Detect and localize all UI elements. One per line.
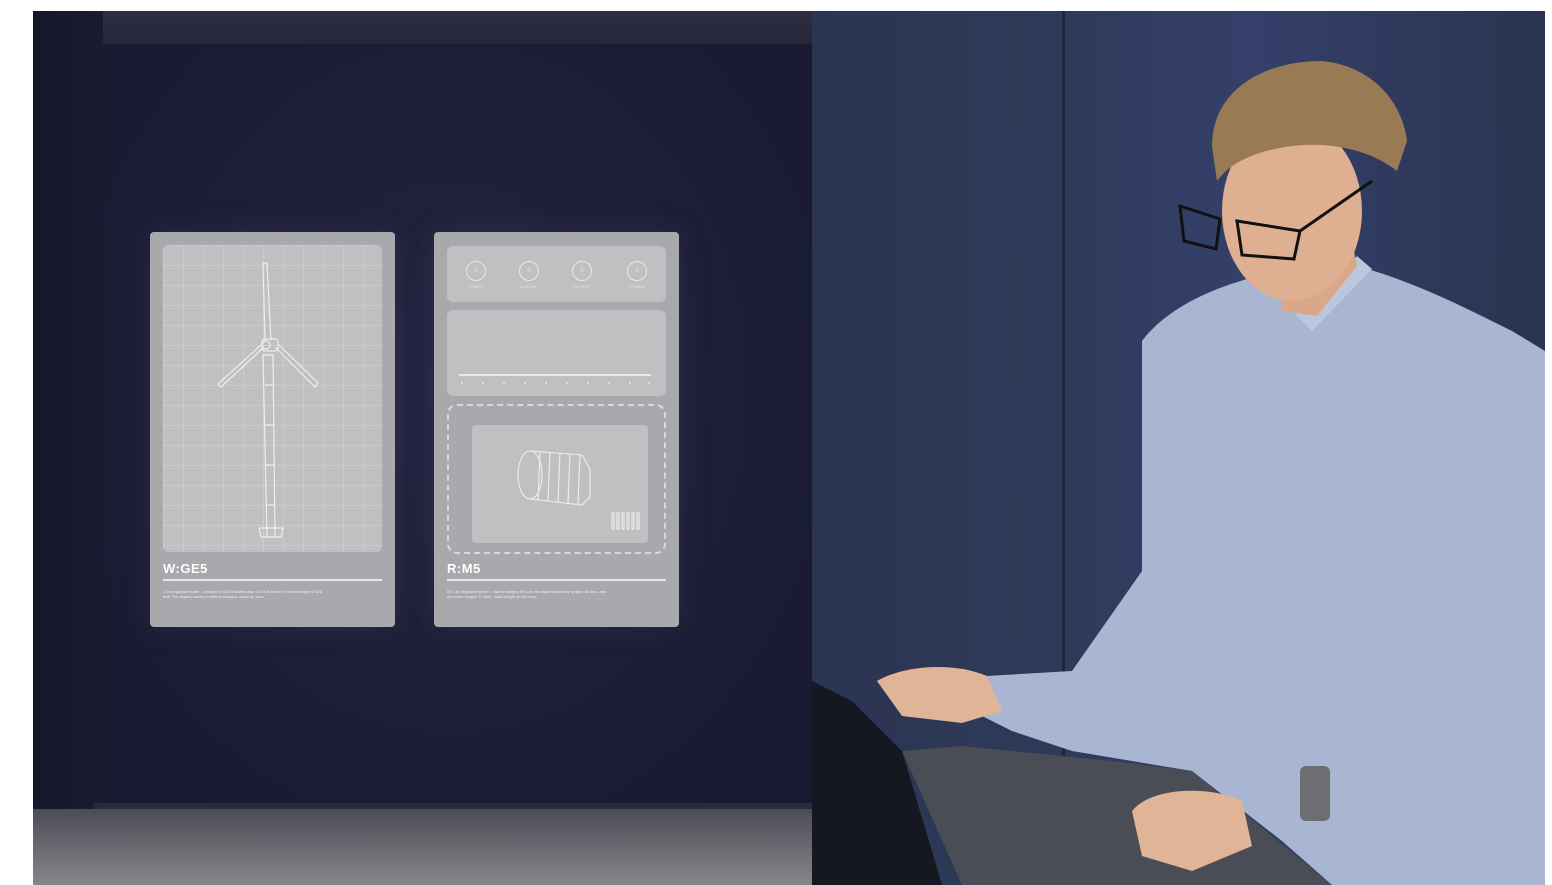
stat-output-label: OUTPUT	[572, 284, 592, 289]
output-graph	[447, 310, 666, 396]
stat-labor-value: 0	[519, 261, 539, 281]
room-floor	[33, 809, 812, 885]
graph-tick	[482, 382, 484, 384]
stat-temps-value: 0	[466, 261, 486, 281]
graph-tick	[587, 382, 589, 384]
presenter-photo	[812, 11, 1545, 885]
generator-panel-description: 86 1.5-megawatt model - nacelle weighs 5…	[447, 589, 607, 599]
wind-turbine-icon	[217, 262, 319, 538]
stat-power-label: POWER	[628, 284, 646, 289]
left-hand	[877, 666, 1002, 723]
video-frame: W:GE5 1.5-megawatt model - consists of 1…	[33, 11, 1545, 885]
graph-baseline	[459, 374, 651, 376]
stat-labor: 0 LABOR	[514, 261, 544, 289]
graph-tick	[608, 382, 610, 384]
turbine-panel-divider	[163, 579, 382, 581]
stat-output: 0 OUTPUT	[567, 261, 597, 289]
room-left-wall	[33, 11, 103, 885]
stat-labor-label: LABOR	[520, 284, 538, 289]
generator-panel-divider	[447, 579, 666, 581]
graph-tick	[629, 382, 631, 384]
stat-power: 0 POWER	[622, 261, 652, 289]
turbine-panel-description: 1.5-megawatt model - consists of 116-ft …	[163, 589, 323, 599]
stats-strip: 0 TEMPS 0 LABOR 0 OUTPUT 0 POWER	[447, 246, 666, 302]
generator-model-view	[472, 425, 648, 543]
wristwatch	[1300, 766, 1330, 821]
graph-tick	[461, 382, 463, 384]
stat-temps: 0 TEMPS	[461, 261, 491, 289]
generator-panel-title: R:M5	[447, 561, 481, 576]
generator-icon	[517, 450, 640, 530]
virtual-room: W:GE5 1.5-megawatt model - consists of 1…	[33, 11, 812, 885]
generator-panel: 0 TEMPS 0 LABOR 0 OUTPUT 0 POWER R:M5 86…	[434, 232, 679, 627]
stat-power-value: 0	[627, 261, 647, 281]
graph-tick	[545, 382, 547, 384]
stat-output-value: 0	[572, 261, 592, 281]
stat-temps-label: TEMPS	[467, 284, 485, 289]
person-illustration	[812, 61, 1545, 885]
graph-tick	[503, 382, 505, 384]
turbine-panel-title: W:GE5	[163, 561, 208, 576]
graph-tick	[648, 382, 650, 384]
graph-tick	[566, 382, 568, 384]
turbine-panel: W:GE5 1.5-megawatt model - consists of 1…	[150, 232, 395, 627]
room-ceiling	[33, 11, 812, 44]
turbine-wireframe-view	[163, 245, 382, 552]
graph-tick	[524, 382, 526, 384]
